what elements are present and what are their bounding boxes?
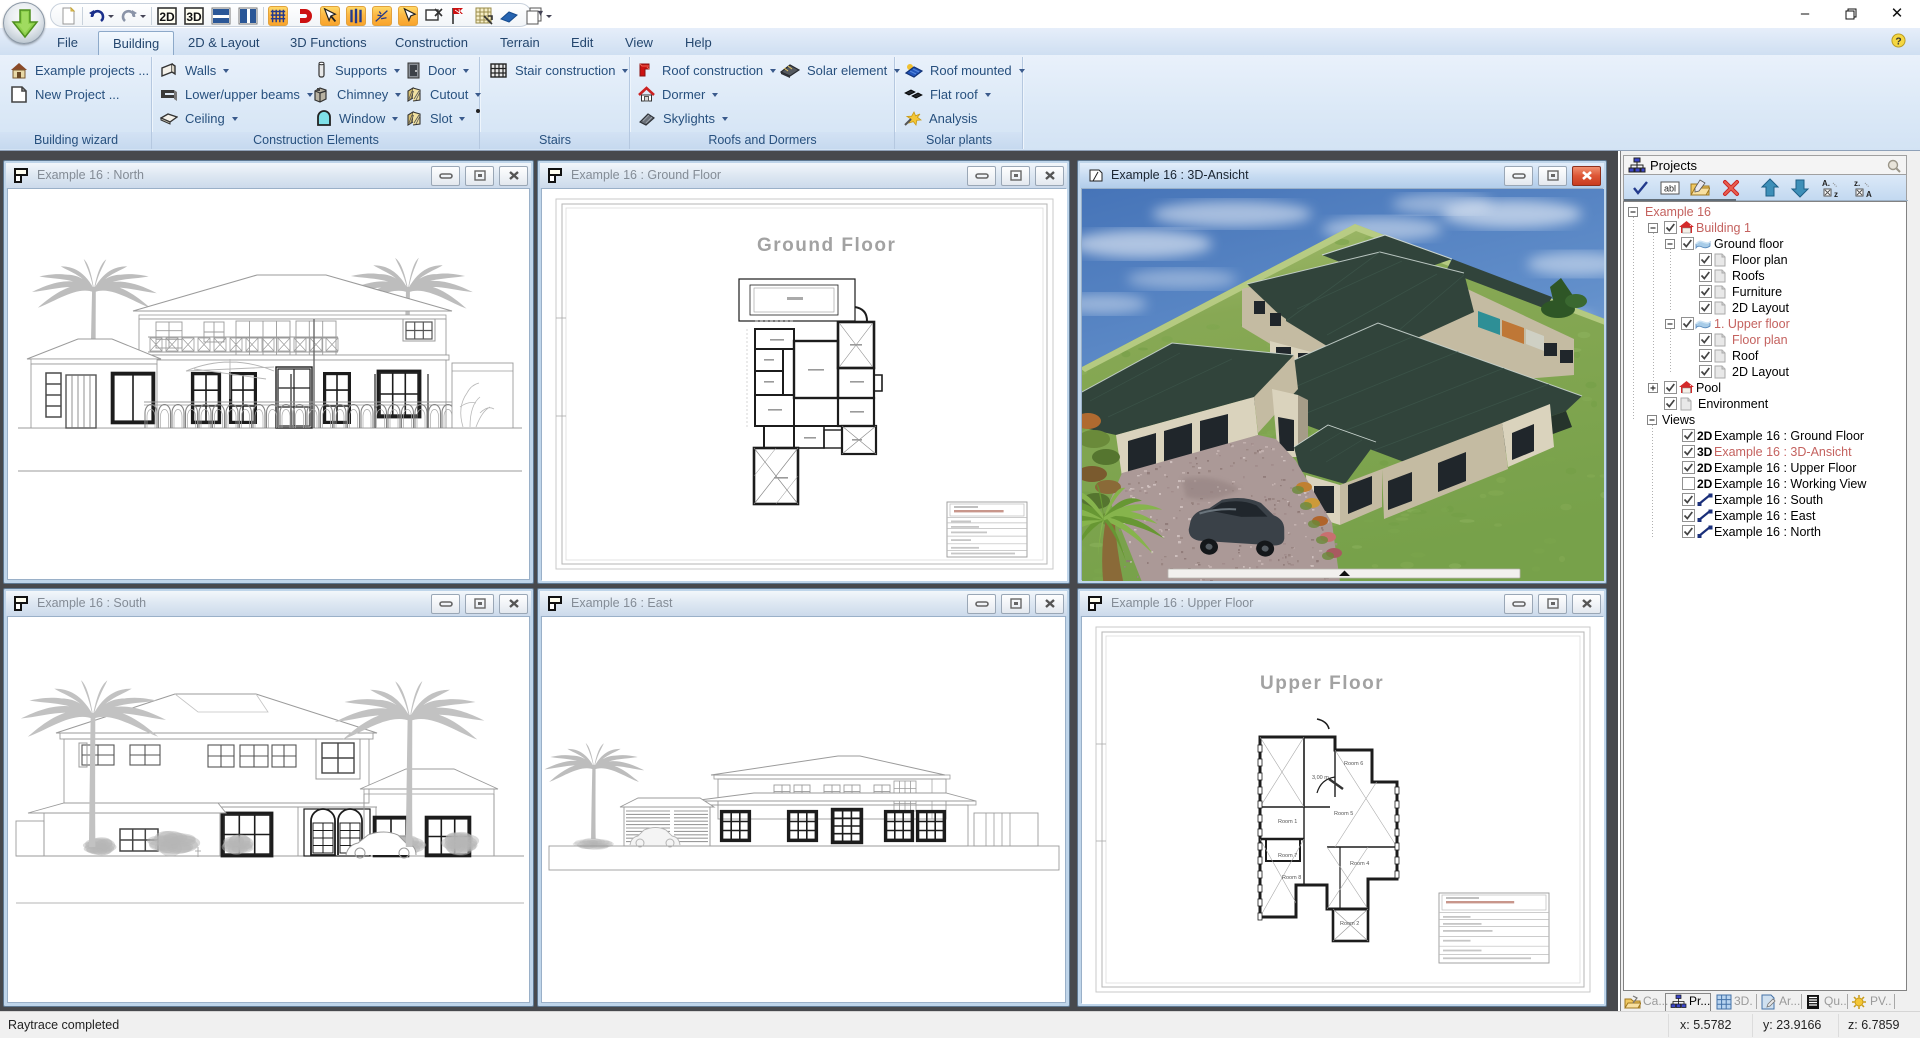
svg-text:Room 4: Room 4	[1350, 861, 1369, 867]
svg-text:Room 6: Room 6	[1344, 761, 1363, 767]
svg-text:Room 2: Room 2	[1340, 921, 1359, 927]
svg-text:3D: 3D	[186, 10, 202, 24]
svg-text:?: ?	[1895, 36, 1901, 47]
svg-text:Room 1: Room 1	[1278, 819, 1297, 825]
svg-text:Ground Floor: Ground Floor	[757, 235, 896, 256]
svg-text:A.: A.	[1822, 179, 1830, 188]
svg-text:3,00 m: 3,00 m	[1312, 775, 1329, 781]
svg-text:abl: abl	[1664, 184, 1676, 194]
svg-text:z: z	[1834, 190, 1838, 199]
svg-text:z.: z.	[1854, 179, 1860, 188]
svg-text:Room 5: Room 5	[1334, 811, 1353, 817]
svg-text:Room 8: Room 8	[1282, 875, 1301, 881]
svg-text:2D: 2D	[159, 10, 175, 24]
svg-text:A: A	[1866, 190, 1872, 199]
svg-text:Room 7: Room 7	[1278, 853, 1297, 859]
svg-text:Upper Floor: Upper Floor	[1260, 673, 1384, 694]
